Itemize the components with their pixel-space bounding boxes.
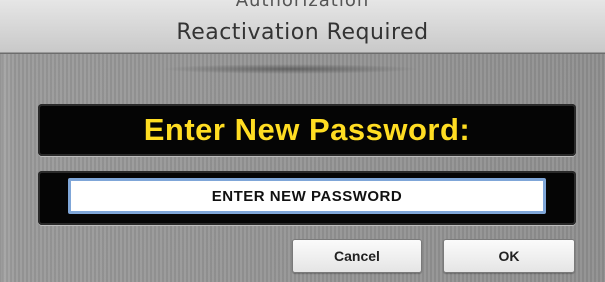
password-input-frame bbox=[38, 171, 576, 225]
ok-button[interactable]: OK bbox=[443, 239, 575, 273]
dialog-title: Reactivation Required bbox=[176, 20, 429, 45]
title-bar-ghost-text: Authorization bbox=[235, 0, 370, 11]
title-bar[interactable]: Authorization Reactivation Required bbox=[0, 0, 605, 53]
prompt-label: Enter New Password: bbox=[143, 112, 471, 147]
reactivation-dialog: Authorization Reactivation Required Ente… bbox=[0, 0, 605, 282]
cancel-button[interactable]: Cancel bbox=[292, 239, 422, 273]
panel-groove-divider bbox=[160, 64, 420, 74]
dialog-body: Enter New Password: Cancel OK bbox=[0, 53, 605, 282]
new-password-input[interactable] bbox=[68, 178, 546, 214]
prompt-banner: Enter New Password: bbox=[38, 104, 576, 156]
